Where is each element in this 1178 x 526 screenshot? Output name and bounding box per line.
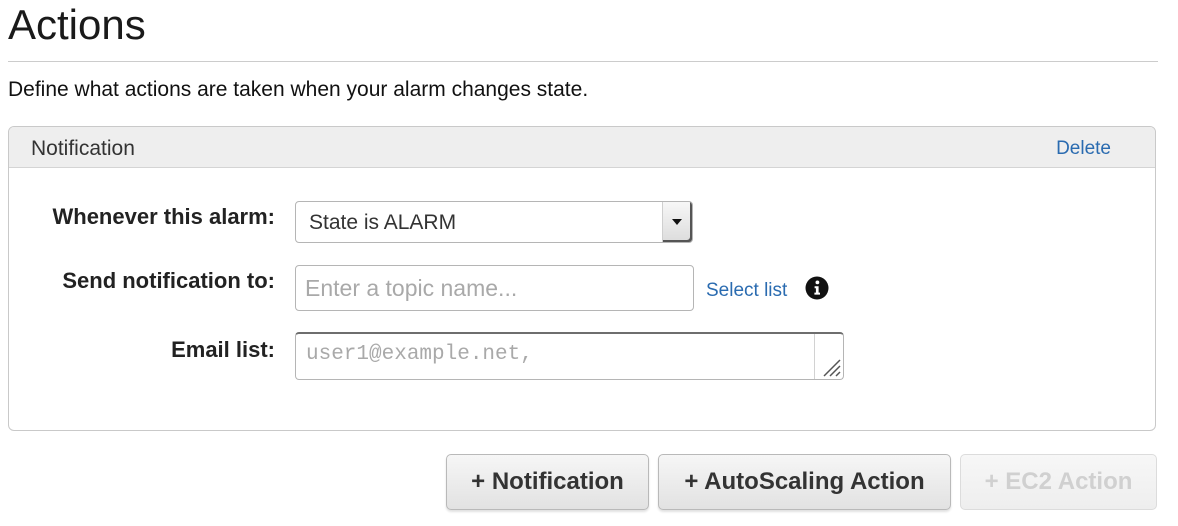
notification-panel-title: Notification [31,137,135,160]
info-circle-icon[interactable] [805,276,829,300]
notification-panel-header: Notification Delete [9,127,1155,168]
add-autoscaling-action-button[interactable]: + AutoScaling Action [658,454,951,510]
add-notification-button[interactable]: + Notification [446,454,649,510]
alarm-state-label: Whenever this alarm: [52,204,275,229]
topic-name-input[interactable] [295,265,694,311]
page-title: Actions [8,1,146,48]
dropdown-arrow-icon[interactable] [662,202,692,242]
delete-notification-link[interactable]: Delete [1056,137,1111,161]
email-list-label: Email list: [171,337,275,362]
email-list-textarea[interactable] [295,332,844,380]
title-divider [8,61,1158,62]
select-list-link[interactable]: Select list [706,279,787,303]
page-description: Define what actions are taken when your … [8,78,589,101]
send-notification-label: Send notification to: [62,268,275,293]
notification-panel: Notification Delete Whenever this alarm:… [8,126,1156,431]
add-ec2-action-button: + EC2 Action [960,454,1157,510]
actions-page: Actions Define what actions are taken wh… [0,0,1178,526]
alarm-state-select[interactable]: State is ALARM [295,201,693,243]
alarm-state-selected-value: State is ALARM [309,211,457,234]
